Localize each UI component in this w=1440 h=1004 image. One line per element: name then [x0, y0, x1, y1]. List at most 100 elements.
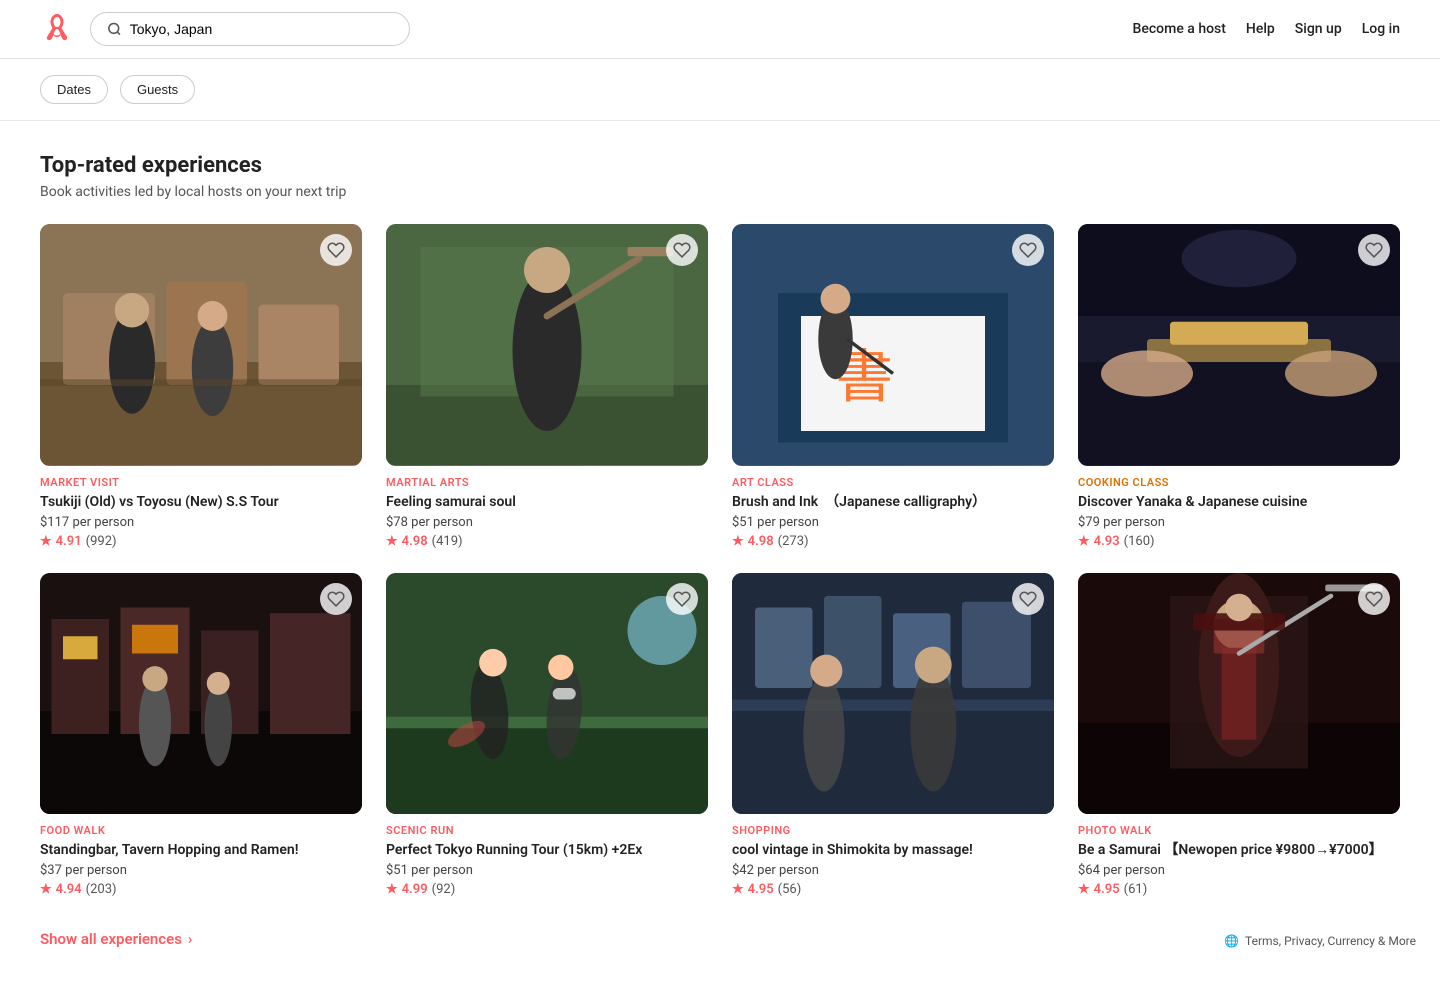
rating-value-8: 4.95	[1094, 882, 1120, 897]
become-host-link[interactable]: Become a host	[1133, 21, 1226, 37]
main-content: Top-rated experiences Book activities le…	[0, 121, 1440, 1004]
experience-card-1[interactable]: MARKET VISIT Tsukiji (Old) vs Toyosu (Ne…	[40, 224, 362, 549]
card-info-1: MARKET VISIT Tsukiji (Old) vs Toyosu (Ne…	[40, 476, 362, 549]
card-info-2: MARTIAL ARTS Feeling samurai soul $78 pe…	[386, 476, 708, 549]
card-image-7	[732, 573, 1054, 815]
experience-card-3[interactable]: 書 ART CLASS Brush and Ink （Japanese call…	[732, 224, 1054, 549]
card-image-1	[40, 224, 362, 466]
card-price-8: $64 per person	[1078, 863, 1400, 878]
experience-card-6[interactable]: SCENIC RUN Perfect Tokyo Running Tour (1…	[386, 573, 708, 898]
card-category-6: SCENIC RUN	[386, 824, 708, 837]
experience-card-8[interactable]: PHOTO WALK Be a Samurai 【Newopen price ¥…	[1078, 573, 1400, 898]
globe-icon: 🌐	[1224, 934, 1239, 948]
guests-filter-button[interactable]: Guests	[120, 75, 195, 104]
experience-card-7[interactable]: SHOPPING cool vintage in Shimokita by ma…	[732, 573, 1054, 898]
card-category-5: FOOD WALK	[40, 824, 362, 837]
review-count-4: (160)	[1124, 534, 1155, 549]
rating-value-2: 4.98	[402, 534, 428, 549]
card-info-8: PHOTO WALK Be a Samurai 【Newopen price ¥…	[1078, 824, 1400, 897]
show-all-arrow: ›	[188, 930, 193, 948]
show-all-label: Show all experiences	[40, 930, 182, 948]
help-link[interactable]: Help	[1246, 21, 1275, 37]
log-in-link[interactable]: Log in	[1362, 21, 1400, 37]
favorite-button-5[interactable]	[320, 583, 352, 615]
card-rating-2: ★ 4.98 (419)	[386, 534, 708, 549]
card-rating-6: ★ 4.99 (92)	[386, 882, 708, 897]
star-icon-2: ★	[386, 534, 398, 549]
card-price-7: $42 per person	[732, 863, 1054, 878]
card-image-5	[40, 573, 362, 815]
rating-value-6: 4.99	[402, 882, 428, 897]
card-info-3: ART CLASS Brush and Ink （Japanese callig…	[732, 476, 1054, 549]
card-price-5: $37 per person	[40, 863, 362, 878]
experience-card-4[interactable]: COOKING CLASS Discover Yanaka & Japanese…	[1078, 224, 1400, 549]
rating-value-7: 4.95	[748, 882, 774, 897]
review-count-7: (56)	[778, 882, 802, 897]
favorite-button-2[interactable]	[666, 234, 698, 266]
star-icon-7: ★	[732, 882, 744, 897]
card-image-3: 書	[732, 224, 1054, 466]
star-icon-6: ★	[386, 882, 398, 897]
card-price-1: $117 per person	[40, 515, 362, 530]
card-title-8: Be a Samurai 【Newopen price ¥9800→¥7000】	[1078, 841, 1400, 859]
card-rating-8: ★ 4.95 (61)	[1078, 882, 1400, 897]
experiences-grid: MARKET VISIT Tsukiji (Old) vs Toyosu (Ne…	[40, 224, 1400, 897]
rating-value-1: 4.91	[56, 534, 82, 549]
card-info-4: COOKING CLASS Discover Yanaka & Japanese…	[1078, 476, 1400, 549]
star-icon-5: ★	[40, 882, 52, 897]
favorite-button-3[interactable]	[1012, 234, 1044, 266]
card-category-8: PHOTO WALK	[1078, 824, 1400, 837]
header-left	[40, 12, 410, 46]
star-icon-8: ★	[1078, 882, 1090, 897]
card-image-2	[386, 224, 708, 466]
card-category-2: MARTIAL ARTS	[386, 476, 708, 489]
favorite-button-8[interactable]	[1358, 583, 1390, 615]
card-rating-4: ★ 4.93 (160)	[1078, 534, 1400, 549]
favorite-button-6[interactable]	[666, 583, 698, 615]
rating-value-5: 4.94	[56, 882, 82, 897]
card-image-8	[1078, 573, 1400, 815]
search-bar[interactable]	[90, 12, 410, 46]
footer-bar: 🌐 Terms, Privacy, Currency & More	[1200, 922, 1440, 960]
search-input[interactable]	[130, 21, 393, 37]
star-icon-4: ★	[1078, 534, 1090, 549]
card-rating-7: ★ 4.95 (56)	[732, 882, 1054, 897]
terms-label[interactable]: Terms, Privacy, Currency & More	[1245, 934, 1416, 948]
card-title-2: Feeling samurai soul	[386, 493, 708, 511]
filters-bar: Dates Guests	[0, 59, 1440, 121]
card-category-1: MARKET VISIT	[40, 476, 362, 489]
show-all-experiences-link[interactable]: Show all experiences ›	[40, 930, 192, 948]
card-rating-5: ★ 4.94 (203)	[40, 882, 362, 897]
card-title-5: Standingbar, Tavern Hopping and Ramen!	[40, 841, 362, 859]
rating-value-4: 4.93	[1094, 534, 1120, 549]
card-price-6: $51 per person	[386, 863, 708, 878]
search-icon	[107, 21, 122, 37]
review-count-8: (61)	[1124, 882, 1148, 897]
card-title-6: Perfect Tokyo Running Tour (15km) +2Ex	[386, 841, 708, 859]
dates-filter-button[interactable]: Dates	[40, 75, 108, 104]
section-subtitle: Book activities led by local hosts on yo…	[40, 184, 1400, 200]
favorite-button-7[interactable]	[1012, 583, 1044, 615]
airbnb-logo[interactable]	[40, 12, 74, 46]
card-category-4: COOKING CLASS	[1078, 476, 1400, 489]
card-rating-1: ★ 4.91 (992)	[40, 534, 362, 549]
favorite-button-1[interactable]	[320, 234, 352, 266]
card-title-3: Brush and Ink （Japanese calligraphy）	[732, 493, 1054, 511]
experience-card-2[interactable]: MARTIAL ARTS Feeling samurai soul $78 pe…	[386, 224, 708, 549]
card-title-4: Discover Yanaka & Japanese cuisine	[1078, 493, 1400, 511]
review-count-2: (419)	[432, 534, 463, 549]
review-count-5: (203)	[86, 882, 117, 897]
favorite-button-4[interactable]	[1358, 234, 1390, 266]
card-image-6	[386, 573, 708, 815]
star-icon-3: ★	[732, 534, 744, 549]
card-price-3: $51 per person	[732, 515, 1054, 530]
experience-card-5[interactable]: FOOD WALK Standingbar, Tavern Hopping an…	[40, 573, 362, 898]
review-count-6: (92)	[432, 882, 456, 897]
sign-up-link[interactable]: Sign up	[1295, 21, 1342, 37]
card-title-1: Tsukiji (Old) vs Toyosu (New) S.S Tour	[40, 493, 362, 511]
review-count-1: (992)	[86, 534, 117, 549]
card-info-5: FOOD WALK Standingbar, Tavern Hopping an…	[40, 824, 362, 897]
header-nav: Become a host Help Sign up Log in	[1133, 21, 1400, 37]
rating-value-3: 4.98	[748, 534, 774, 549]
section-title: Top-rated experiences	[40, 153, 1400, 178]
